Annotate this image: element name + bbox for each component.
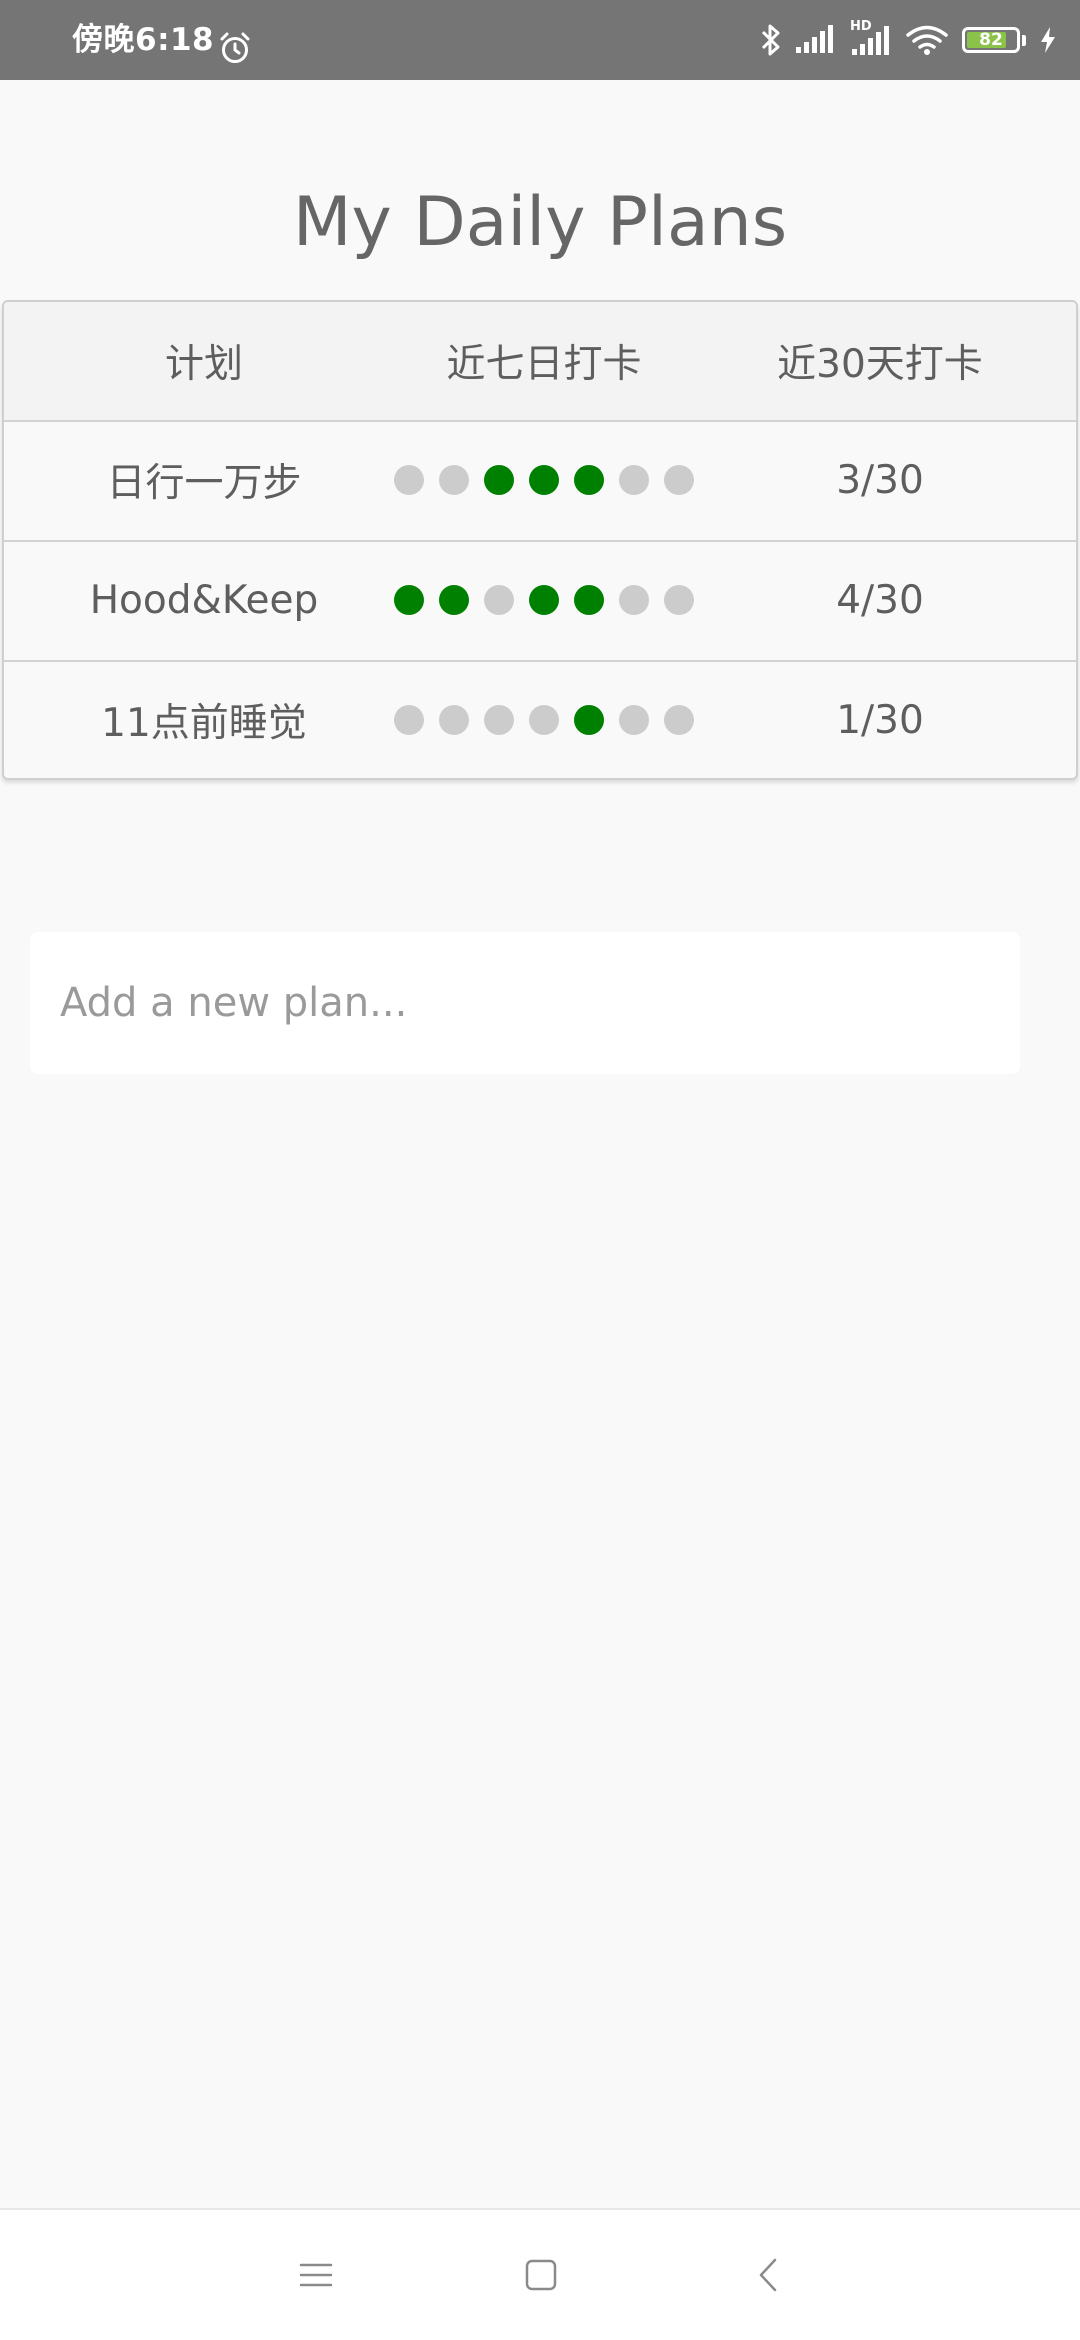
status-icons: HD 82 bbox=[760, 0, 1056, 80]
plans-table: 计划 近七日打卡 近30天打卡 日行一万步 3/30 Hood&Keep 4/3… bbox=[2, 300, 1078, 780]
menu-icon bbox=[299, 2263, 333, 2287]
table-row[interactable]: 11点前睡觉 1/30 bbox=[4, 660, 1076, 778]
checkin-dot-done bbox=[574, 585, 604, 615]
alarm-icon bbox=[220, 32, 250, 63]
table-header: 计划 近七日打卡 近30天打卡 bbox=[4, 302, 1076, 420]
battery-icon: 82 bbox=[962, 27, 1020, 53]
checkin-count: 4/30 bbox=[836, 577, 924, 623]
checkin-dot-missed bbox=[619, 585, 649, 615]
checkin-dot-done bbox=[484, 465, 514, 495]
checkin-dot-missed bbox=[439, 705, 469, 735]
signal-hd-icon: HD bbox=[850, 20, 892, 57]
checkin-dot-missed bbox=[619, 705, 649, 735]
status-bar: 傍晚6:18 HD 82 bbox=[0, 0, 1080, 80]
checkin-dot-done bbox=[439, 585, 469, 615]
checkin-dots bbox=[394, 465, 694, 495]
status-time: 傍晚6:18 bbox=[72, 22, 215, 58]
checkin-dot-done bbox=[574, 465, 604, 495]
home-icon bbox=[525, 2259, 557, 2291]
checkin-dot-missed bbox=[619, 465, 649, 495]
signal-icon bbox=[796, 25, 833, 53]
checkin-dot-missed bbox=[394, 705, 424, 735]
back-button[interactable] bbox=[708, 2210, 828, 2340]
navigation-bar bbox=[0, 2208, 1080, 2340]
checkin-dot-done bbox=[529, 585, 559, 615]
checkin-dot-done bbox=[394, 585, 424, 615]
checkin-dot-missed bbox=[529, 705, 559, 735]
checkin-dot-missed bbox=[484, 705, 514, 735]
menu-button[interactable] bbox=[256, 2210, 376, 2340]
checkin-dot-missed bbox=[394, 465, 424, 495]
table-row[interactable]: Hood&Keep 4/30 bbox=[4, 540, 1076, 658]
header-last30: 近30天打卡 bbox=[777, 342, 983, 387]
table-row[interactable]: 日行一万步 3/30 bbox=[4, 420, 1076, 538]
back-icon bbox=[759, 2258, 777, 2292]
charging-icon bbox=[1041, 27, 1055, 53]
wifi-icon bbox=[906, 25, 948, 55]
checkin-dot-missed bbox=[484, 585, 514, 615]
battery-tip bbox=[1022, 34, 1026, 46]
bluetooth-icon bbox=[761, 24, 780, 56]
home-button[interactable] bbox=[481, 2210, 601, 2340]
checkin-dot-missed bbox=[439, 465, 469, 495]
checkin-count: 3/30 bbox=[836, 457, 924, 503]
checkin-dot-done bbox=[529, 465, 559, 495]
add-plan-input[interactable] bbox=[30, 932, 1020, 1074]
checkin-dots bbox=[394, 585, 694, 615]
checkin-dots bbox=[394, 705, 694, 735]
checkin-dot-done bbox=[574, 705, 604, 735]
page-title: My Daily Plans bbox=[292, 183, 788, 262]
checkin-count: 1/30 bbox=[836, 697, 924, 743]
battery-percent: 82 bbox=[979, 30, 1003, 50]
